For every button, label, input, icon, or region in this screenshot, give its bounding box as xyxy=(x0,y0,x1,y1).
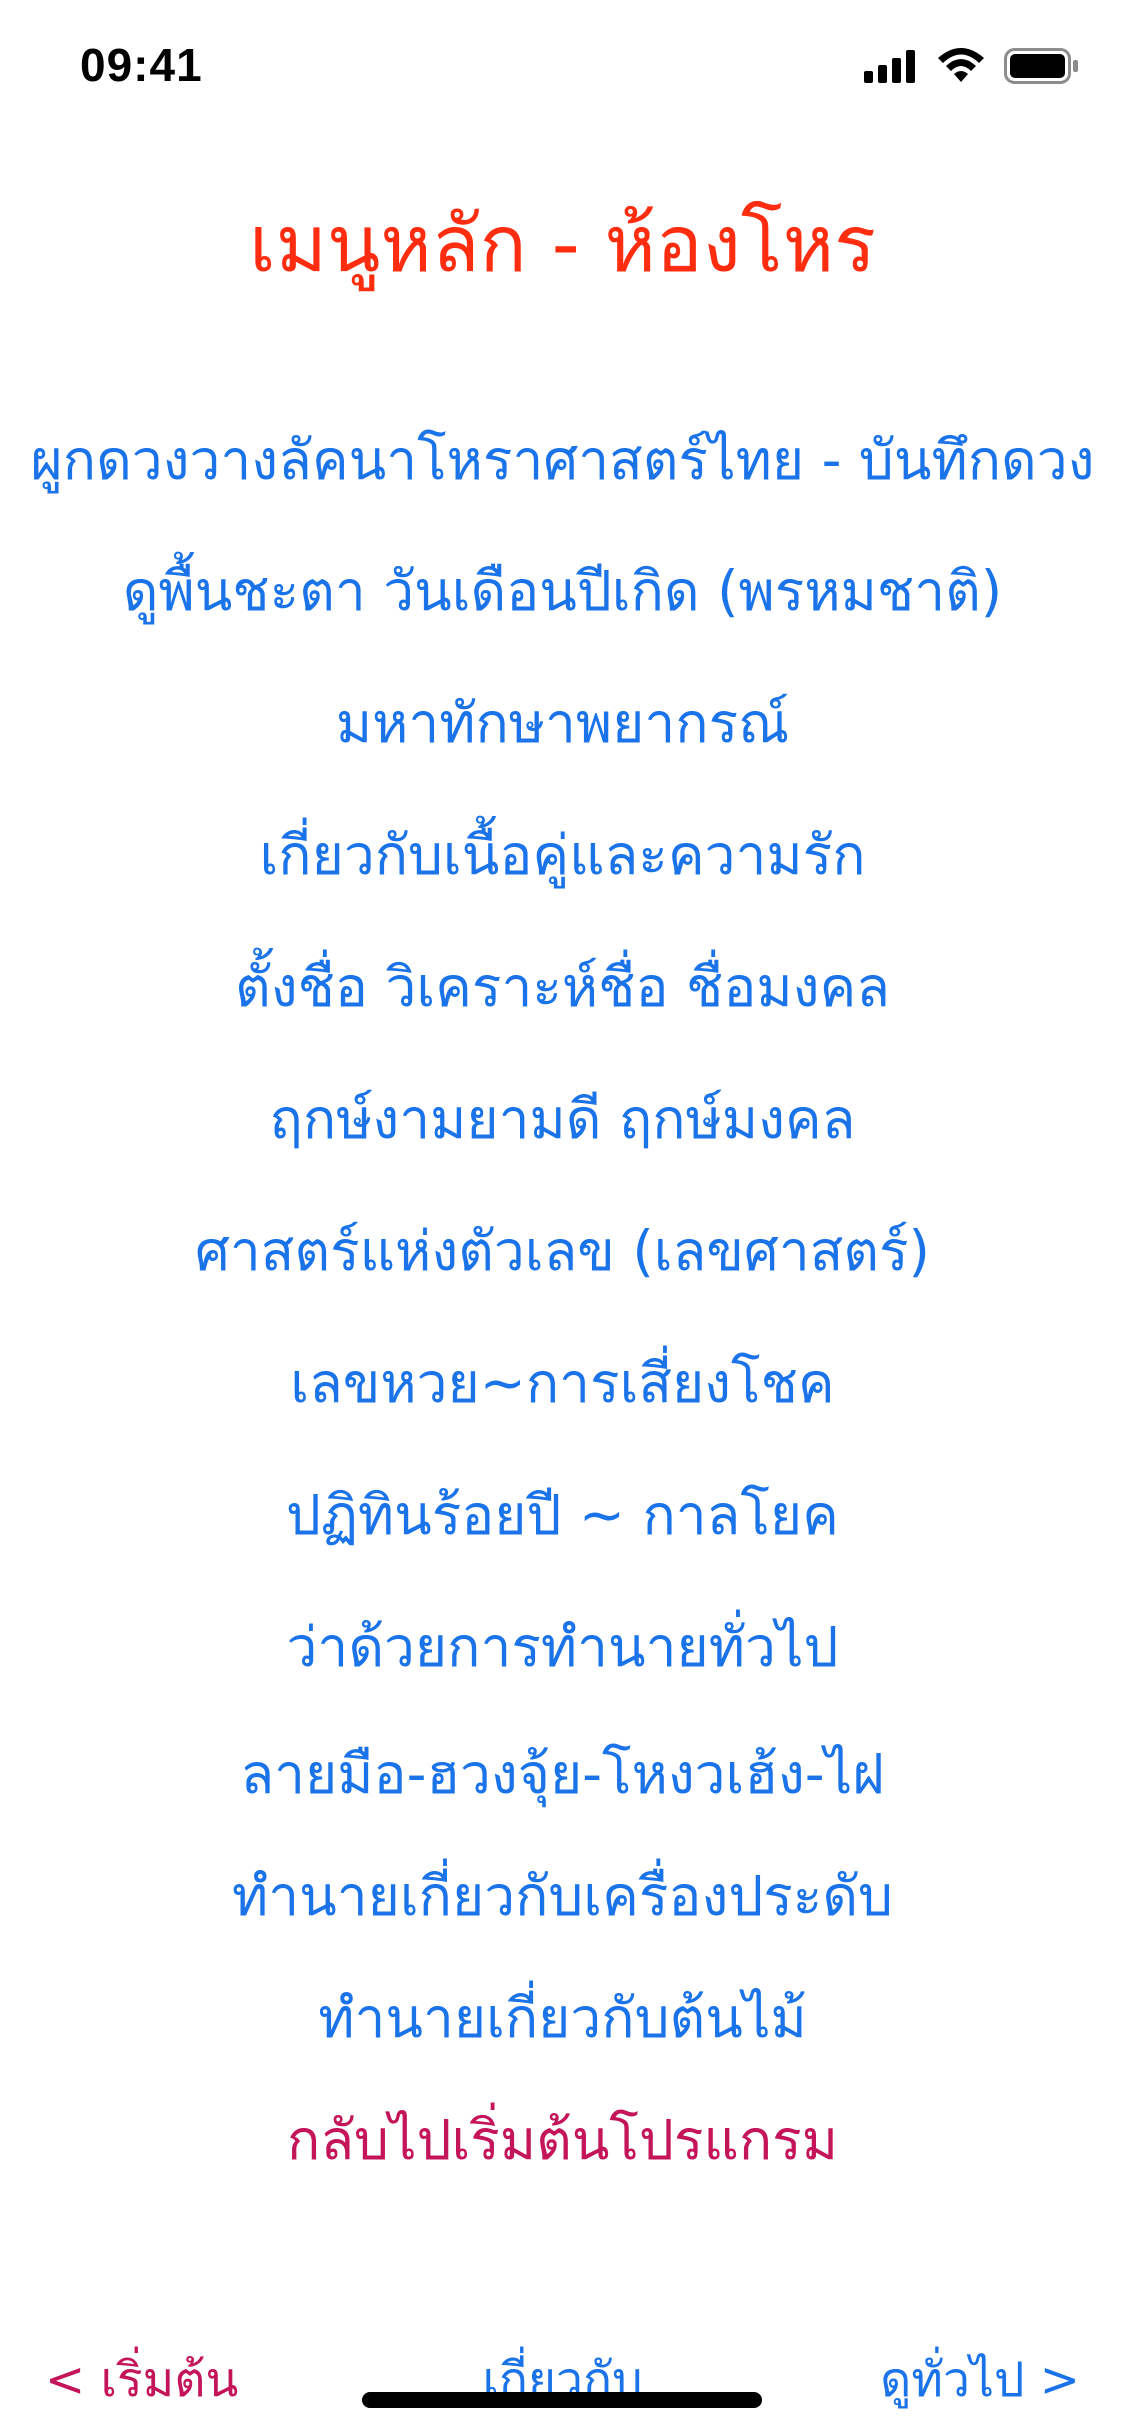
back-to-start-button[interactable]: กลับไปเริ่มต้นโปรแกรม xyxy=(0,2079,1125,2201)
menu-item-horoscope-chart[interactable]: ผูกดวงวางลัคนาโหราศาสตร์ไทย - บันทึกดวง xyxy=(0,395,1125,525)
main-menu: ผูกดวงวางลัคนาโหราศาสตร์ไทย - บันทึกดวง … xyxy=(0,395,1125,2201)
home-indicator[interactable] xyxy=(362,2392,762,2408)
menu-item-general-prediction[interactable]: ว่าด้วยการทำนายทั่วไป xyxy=(0,1581,1125,1713)
menu-item-jewelry[interactable]: ทำนายเกี่ยวกับเครื่องประดับ xyxy=(0,1835,1125,1957)
general-link[interactable]: ดูทั่วไป > xyxy=(880,2340,1080,2420)
menu-item-auspicious-time[interactable]: ฤกษ์งามยามดี ฤกษ์มงคล xyxy=(0,1053,1125,1185)
menu-item-numerology[interactable]: ศาสตร์แห่งตัวเลข (เลขศาสตร์) xyxy=(0,1185,1125,1317)
start-link[interactable]: < เริ่มต้น xyxy=(45,2340,238,2420)
status-icons xyxy=(864,48,1080,84)
status-bar: 09:41 xyxy=(0,0,1125,140)
bottom-nav: เกี่ยวกับ < เริ่มต้น ดูทั่วไป > xyxy=(0,2340,1125,2430)
cellular-signal-icon xyxy=(864,49,918,83)
page-title: เมนูหลัก - ห้องโหร xyxy=(248,200,877,290)
menu-item-trees[interactable]: ทำนายเกี่ยวกับต้นไม้ xyxy=(0,1957,1125,2079)
menu-item-palmistry-fengshui[interactable]: ลายมือ-ฮวงจุ้ย-โหงวเฮ้ง-ไฝ xyxy=(0,1713,1125,1835)
menu-item-calendar[interactable]: ปฏิทินร้อยปี ~ กาลโยค xyxy=(0,1449,1125,1581)
app-screen: 09:41 เมนูหลัก - ห้องโหร ผูกดวงวางลัคนาโ… xyxy=(0,0,1125,2436)
battery-icon xyxy=(1004,48,1080,84)
menu-item-lottery[interactable]: เลขหวย~การเสี่ยงโชค xyxy=(0,1317,1125,1449)
menu-item-maha-taksa[interactable]: มหาทักษาพยากรณ์ xyxy=(0,657,1125,789)
status-time: 09:41 xyxy=(80,39,203,91)
menu-item-soulmate-love[interactable]: เกี่ยวกับเนื้อคู่และความรัก xyxy=(0,789,1125,921)
menu-item-naming[interactable]: ตั้งชื่อ วิเคราะห์ชื่อ ชื่อมงคล xyxy=(0,921,1125,1053)
menu-item-birth-fortune[interactable]: ดูพื้นชะตา วันเดือนปีเกิด (พรหมชาติ) xyxy=(0,525,1125,657)
wifi-icon xyxy=(936,48,986,84)
